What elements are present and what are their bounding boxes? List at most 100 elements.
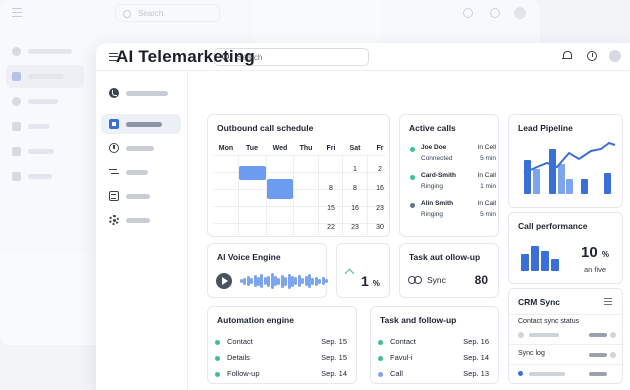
sidebar-label-placeholder: [126, 170, 148, 175]
list-item-date: Sep. 13: [463, 369, 489, 378]
list-item-label: Call: [390, 369, 403, 378]
performance-bar: [541, 251, 549, 271]
waveform-bar: [284, 276, 288, 286]
call-state: In Call: [477, 172, 496, 179]
list-item-date: Sep. 15: [321, 337, 347, 346]
pipeline-bar: [558, 164, 565, 194]
crm-log-bar: [529, 372, 565, 376]
waveform-bar: [311, 277, 315, 285]
call-duration: 5 min: [480, 211, 496, 218]
call-status-dot: [410, 175, 415, 180]
schedule-event[interactable]: [239, 166, 266, 180]
list-status-dot: [378, 372, 383, 377]
performance-caption: an five: [584, 265, 607, 274]
schedule-day-header: Tue: [246, 145, 258, 152]
waveform-bar: [277, 277, 281, 285]
schedule-date[interactable]: 23: [344, 224, 366, 231]
active-call-row[interactable]: Joe Doe Connected In Cell 5 min: [400, 143, 506, 169]
schedule-date[interactable]: 16: [344, 205, 366, 212]
list-status-dot: [378, 356, 383, 361]
menu-lines-icon-mid: [604, 301, 612, 303]
clock-icon[interactable]: [587, 51, 597, 61]
list-item-date: Sep. 16: [463, 337, 489, 346]
schedule-day-header: Wed: [272, 145, 288, 152]
schedule-date[interactable]: 16: [369, 185, 391, 192]
crm-status-dot: [518, 332, 524, 338]
metric-unit: %: [372, 279, 380, 288]
play-button[interactable]: [216, 273, 232, 289]
crm-divider: [509, 344, 622, 345]
crm-divider: [509, 364, 622, 365]
sidebar-item-transfers[interactable]: [101, 162, 181, 182]
background-avatar: [514, 7, 526, 19]
active-call-row[interactable]: Alin Smith Ringing In Call 5 min: [400, 199, 506, 225]
sidebar-item-history[interactable]: [101, 138, 181, 158]
sidebar-label-placeholder: [126, 91, 168, 96]
metric-value: 1 %: [361, 273, 380, 289]
sidebar-item-reports[interactable]: [101, 186, 181, 206]
call-performance-chart: [521, 246, 559, 271]
waveform-bar: [243, 277, 247, 285]
call-duration: 1 min: [480, 183, 496, 190]
pipeline-trend-line: [523, 141, 616, 174]
task-followup-title: Task and follow-up: [380, 315, 457, 325]
list-status-dot: [378, 340, 383, 345]
schedule-date[interactable]: 23: [369, 205, 391, 212]
sidebar-item-schedule[interactable]: [101, 114, 181, 134]
waveform-bar: [325, 279, 328, 283]
schedule-date[interactable]: 15: [320, 205, 342, 212]
crm-log-dot: [518, 371, 523, 376]
sync-icon-link: [414, 276, 422, 284]
sidebar-item-settings[interactable]: [101, 210, 181, 230]
sidebar-label-placeholder: [126, 218, 150, 223]
schedule-date[interactable]: 30: [369, 224, 391, 231]
waveform-bar: [301, 278, 305, 284]
pipeline-bar: [566, 179, 573, 194]
crm-status-bar: [529, 333, 559, 337]
waveform-bar: [294, 277, 298, 285]
pipeline-bar: [581, 179, 588, 194]
phone-icon: [109, 88, 119, 98]
task-sync-title: Task aut ollow-up: [409, 252, 481, 262]
active-calls-title: Active calls: [409, 123, 456, 133]
call-status: Ringing: [421, 211, 444, 218]
caller-name: Card-Smith: [421, 172, 457, 179]
crm-log-bar: [589, 353, 607, 357]
performance-bar: [531, 246, 539, 271]
avatar[interactable]: [609, 50, 621, 62]
schedule-event[interactable]: [267, 179, 293, 199]
schedule-day-header: Sat: [349, 145, 361, 152]
crm-log-dot: [610, 352, 616, 358]
schedule-date[interactable]: 1: [344, 166, 366, 173]
sidebar-label-placeholder: [126, 146, 154, 151]
list-item[interactable]: Call Sep. 13: [371, 367, 498, 385]
sidebar: [96, 71, 188, 390]
schedule-date[interactable]: 8: [344, 185, 366, 192]
schedule-date[interactable]: 2: [369, 166, 391, 173]
waveform-bar: [318, 278, 322, 284]
list-item-date: Sep. 14: [321, 369, 347, 378]
schedule-date[interactable]: 8: [320, 185, 342, 192]
task-sync-card: Task aut ollow-up Sync 80: [399, 243, 499, 298]
crm-log-label: Sync log: [518, 350, 545, 357]
list-item[interactable]: Follow-up Sep. 14: [208, 367, 356, 385]
pipeline-bar: [549, 149, 556, 194]
clock-icon: [109, 143, 119, 153]
crm-divider: [509, 314, 622, 315]
background-sidebar-item: [6, 115, 84, 138]
schedule-grid-line: [342, 155, 343, 237]
search-input[interactable]: [237, 52, 362, 63]
sync-value: 80: [474, 273, 488, 287]
background-sidebar-item: [6, 65, 84, 88]
bell-icon[interactable]: [562, 51, 572, 61]
crm-log-bar: [589, 372, 607, 376]
list-status-dot: [215, 356, 220, 361]
active-call-row[interactable]: Card-Smith Ringing In Call 1 min: [400, 171, 506, 197]
sync-label: Sync: [427, 275, 446, 285]
list-item-label: Contact: [390, 337, 416, 346]
background-search: Search: [115, 4, 220, 22]
call-status: Ringing: [421, 183, 444, 190]
schedule-date[interactable]: 22: [320, 224, 342, 231]
sidebar-item-calls[interactable]: [101, 83, 181, 103]
metric-number: 1: [361, 273, 369, 289]
